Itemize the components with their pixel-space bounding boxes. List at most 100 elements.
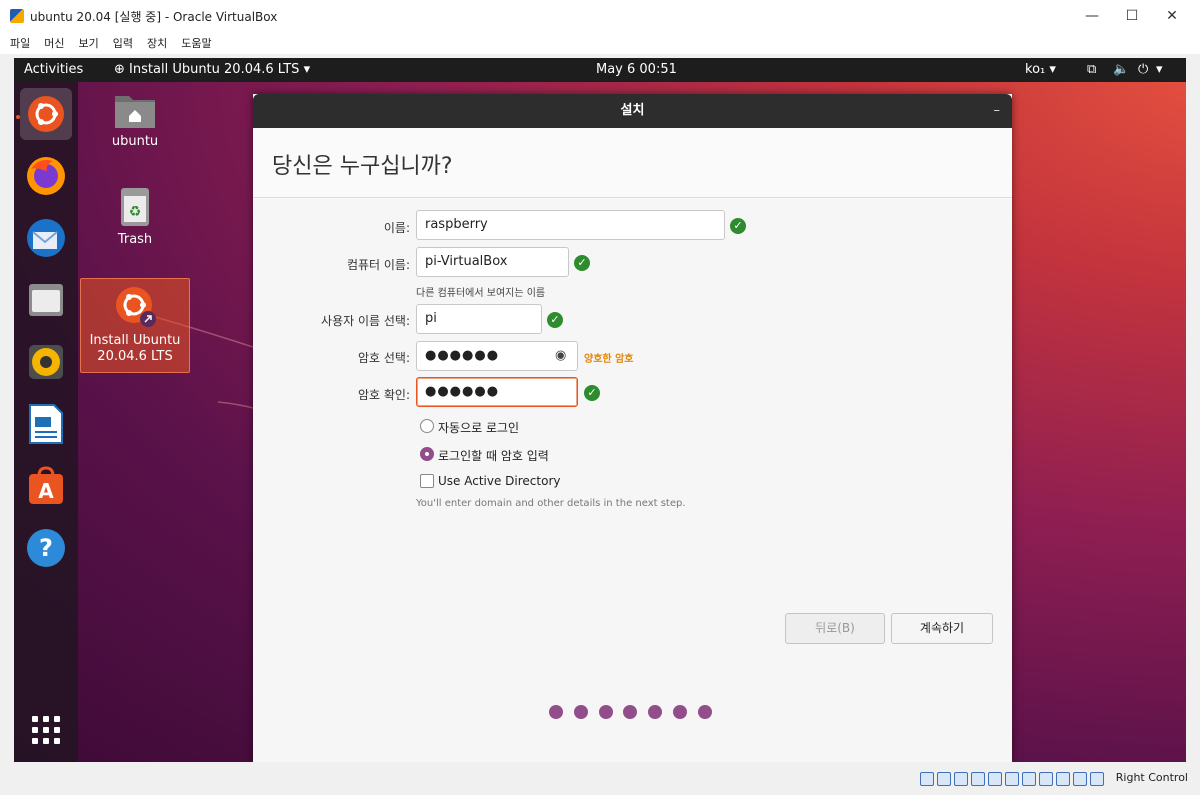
close-button[interactable]: ✕ xyxy=(1152,0,1192,32)
progress-dot xyxy=(549,705,563,719)
dialog-body: 이름: raspberry ✓ 컴퓨터 이름: pi-VirtualBox ✓ … xyxy=(253,199,1012,762)
username-input[interactable]: pi xyxy=(416,304,542,334)
title-bar: ubuntu 20.04 [실행 중] - Oracle VirtualBox … xyxy=(0,0,1200,32)
confirm-password-input[interactable]: ●●●●●● xyxy=(416,377,578,407)
minimize-button[interactable]: — xyxy=(1072,0,1112,32)
dock: A ? xyxy=(14,82,78,762)
confirm-password-label: 암호 확인: xyxy=(357,388,410,402)
network-adapter-icon[interactable] xyxy=(971,772,985,786)
page-title: 당신은 누구십니까? xyxy=(272,154,453,179)
installer-dialog: 설치 – 당신은 누구십니까? 이름: raspberry ✓ 컴퓨터 이름: … xyxy=(253,94,1012,762)
menu-bar: 파일 머신 보기 입력 장치 도움말 xyxy=(0,32,1200,54)
vm-status-bar: Right Control xyxy=(0,766,1200,795)
desktop-icon-label: ubuntu xyxy=(111,134,159,149)
dialog-header: 설치 – xyxy=(253,94,1012,128)
check-icon: ✓ xyxy=(574,255,590,271)
rhythmbox-icon[interactable] xyxy=(20,336,72,388)
firefox-icon[interactable] xyxy=(20,150,72,202)
menu-file[interactable]: 파일 xyxy=(10,35,30,51)
mouse-integration-icon[interactable] xyxy=(1090,772,1104,786)
virtualization-icon[interactable] xyxy=(1073,772,1087,786)
menu-help[interactable]: 도움말 xyxy=(181,35,211,51)
check-icon: ✓ xyxy=(730,218,746,234)
menu-view[interactable]: 보기 xyxy=(79,35,99,51)
dialog-title: 설치 xyxy=(620,103,645,118)
show-password-eye-icon[interactable]: ◉ xyxy=(555,348,566,363)
password-label: 암호 선택: xyxy=(357,351,410,365)
activities-button[interactable]: Activities xyxy=(24,62,83,77)
name-input[interactable]: raspberry xyxy=(416,210,725,240)
progress-dot xyxy=(623,705,638,719)
hard-disk-icon[interactable] xyxy=(920,772,934,786)
shared-folders-icon[interactable] xyxy=(1005,772,1019,786)
writer-icon[interactable] xyxy=(20,398,72,450)
active-directory-checkbox[interactable] xyxy=(420,474,434,488)
video-capture-icon[interactable] xyxy=(1039,772,1053,786)
trash-icon: ♻ xyxy=(121,188,149,226)
computer-name-hint: 다른 컴퓨터에서 보여지는 이름 xyxy=(416,288,546,299)
username-label: 사용자 이름 선택: xyxy=(321,314,410,328)
maximize-button[interactable]: ☐ xyxy=(1112,0,1152,32)
desktop-icon-label: Trash xyxy=(117,232,153,247)
dialog-minimize-button[interactable]: – xyxy=(994,94,1001,128)
check-icon: ✓ xyxy=(584,385,600,401)
app-menu[interactable]: ⊕ Install Ubuntu 20.04.6 LTS ▾ xyxy=(114,62,310,77)
password-input[interactable]: ●●●●●● xyxy=(416,341,578,371)
clock[interactable]: May 6 00:51 xyxy=(596,62,677,77)
auto-login-radio[interactable] xyxy=(420,419,434,433)
system-menu-chevron-icon[interactable]: ▾ xyxy=(1156,62,1163,77)
active-directory-hint: You'll enter domain and other details in… xyxy=(416,498,686,509)
password-strength: 양호한 암호 xyxy=(584,354,634,365)
chevron-down-icon: ▾ xyxy=(303,62,311,77)
progress-dot xyxy=(673,705,687,719)
desktop-home-folder[interactable]: ubuntu xyxy=(80,90,190,160)
desktop-trash[interactable]: ♻ Trash xyxy=(80,186,190,256)
menu-machine[interactable]: 머신 xyxy=(44,35,64,51)
require-password-label[interactable]: 로그인할 때 암호 입력 xyxy=(438,447,549,464)
desktop-icon-label: Install Ubuntu 20.04.6 LTS xyxy=(89,333,181,364)
optical-drive-icon[interactable] xyxy=(937,772,951,786)
usb-icon[interactable] xyxy=(988,772,1002,786)
download-icon: ⊕ xyxy=(114,62,125,77)
window-title: ubuntu 20.04 [실행 중] - Oracle VirtualBox xyxy=(30,9,278,24)
help-icon[interactable]: ? xyxy=(20,522,72,574)
volume-icon[interactable]: 🔈 xyxy=(1113,62,1129,77)
svg-text:♻: ♻ xyxy=(129,204,142,220)
show-apps-icon[interactable] xyxy=(20,704,72,756)
app-menu-label: Install Ubuntu 20.04.6 LTS xyxy=(129,62,300,77)
gnome-top-bar: Activities ⊕ Install Ubuntu 20.04.6 LTS … xyxy=(14,58,1186,82)
progress-dot xyxy=(573,705,588,719)
home-folder-icon xyxy=(115,96,155,128)
back-button[interactable]: 뒤로(B) xyxy=(785,613,885,644)
check-icon: ✓ xyxy=(547,312,563,328)
vm-screen[interactable]: Activities ⊕ Install Ubuntu 20.04.6 LTS … xyxy=(14,58,1186,762)
host-key-label: Right Control xyxy=(1115,771,1188,784)
menu-input[interactable]: 입력 xyxy=(113,35,133,51)
lang-label: ko₁ xyxy=(1025,62,1046,77)
ubuntu-installer-icon[interactable] xyxy=(20,88,72,140)
desktop-install-ubuntu[interactable]: Install Ubuntu 20.04.6 LTS xyxy=(80,278,190,373)
svg-text:A: A xyxy=(38,479,54,503)
files-icon[interactable] xyxy=(20,274,72,326)
software-icon[interactable]: A xyxy=(20,460,72,512)
active-directory-label[interactable]: Use Active Directory xyxy=(438,474,560,488)
require-password-radio[interactable] xyxy=(420,447,434,461)
menu-devices[interactable]: 장치 xyxy=(147,35,167,51)
computer-name-input[interactable]: pi-VirtualBox xyxy=(416,247,569,277)
continue-button[interactable]: 계속하기 xyxy=(891,613,993,644)
name-label: 이름: xyxy=(383,221,410,235)
auto-login-label[interactable]: 자동으로 로그인 xyxy=(438,419,519,436)
power-icon[interactable]: ⏻ xyxy=(1138,62,1148,77)
thunderbird-icon[interactable] xyxy=(20,212,72,264)
display-icon[interactable] xyxy=(1022,772,1036,786)
network-icon[interactable]: ⧉ xyxy=(1087,62,1096,77)
cpu-icon[interactable] xyxy=(1056,772,1070,786)
ubuntu-installer-icon xyxy=(116,287,156,327)
virtualbox-icon xyxy=(10,9,24,23)
svg-text:?: ? xyxy=(39,534,53,562)
audio-icon[interactable] xyxy=(954,772,968,786)
progress-dot xyxy=(697,705,712,719)
computer-name-label: 컴퓨터 이름: xyxy=(346,258,410,272)
progress-dot xyxy=(598,705,613,719)
input-method-indicator[interactable]: ko₁ ▾ xyxy=(1025,62,1056,77)
